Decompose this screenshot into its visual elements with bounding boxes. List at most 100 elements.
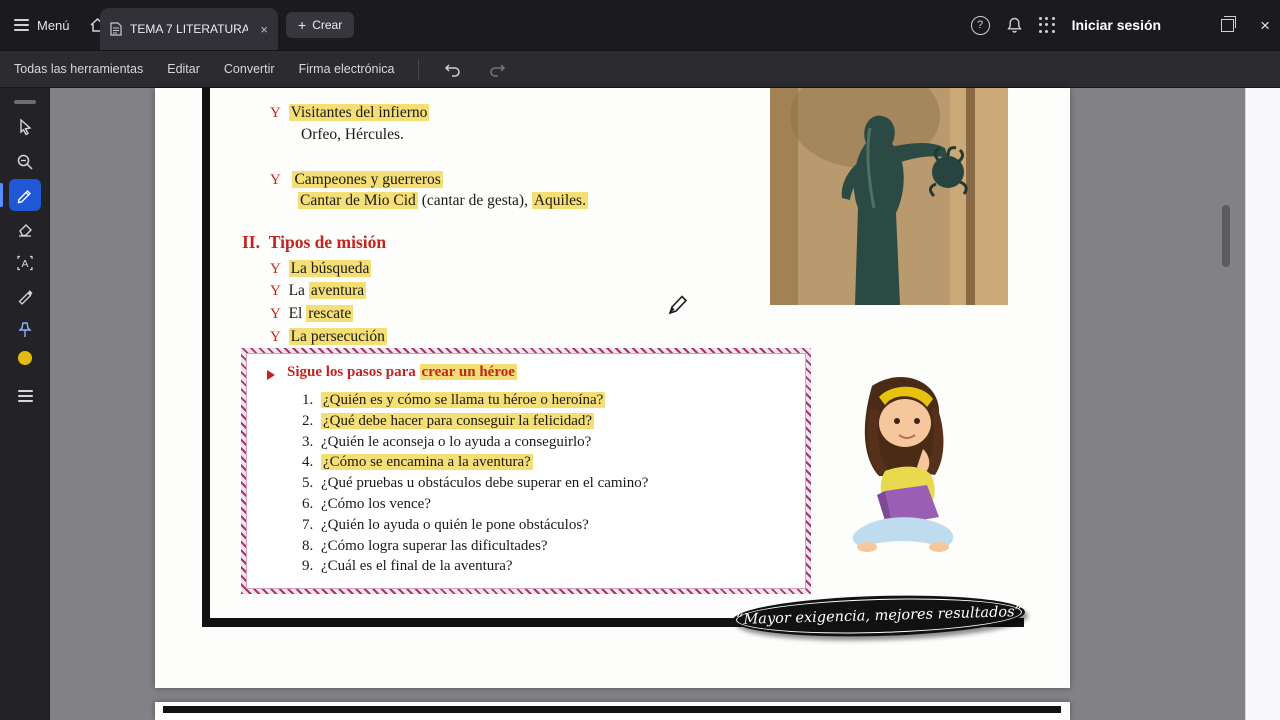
create-label: Crear <box>312 18 343 32</box>
step-item: 2. ¿Qué debe hacer para conseguir la feli… <box>302 412 595 429</box>
notifications-bell-icon[interactable] <box>1006 16 1023 34</box>
section-heading: II. Tipos de misión <box>242 232 386 253</box>
edit-menu[interactable]: Editar <box>167 62 200 76</box>
pencil-icon <box>17 190 31 204</box>
steps-title-pre: Sigue los pasos para <box>287 364 420 380</box>
menu-button[interactable]: Menú <box>14 16 70 34</box>
sign-pen-icon <box>18 290 33 305</box>
step-item: 8. ¿Cómo logra superar las dificultades? <box>302 537 548 554</box>
zoom-tool-button[interactable] <box>9 146 41 178</box>
step-item: 4. ¿Cómo se encamina a la aventura? <box>302 454 533 471</box>
color-swatch-button[interactable] <box>9 342 41 374</box>
step-item: 9. ¿Cuál es el final de la aventura? <box>302 558 513 575</box>
toolbar-divider <box>418 59 420 79</box>
help-icon[interactable]: ? <box>970 15 990 35</box>
yellow-color-icon <box>18 351 32 365</box>
step-text: ¿Quién le aconseja o lo ayuda a consegui… <box>321 433 592 450</box>
pin-icon <box>18 322 32 337</box>
bullet-symbol: Y <box>270 329 281 345</box>
zoom-magnifier-icon <box>17 154 33 170</box>
document-icon <box>110 22 122 36</box>
window-restore-button[interactable] <box>1221 15 1237 32</box>
steps-title: Sigue los pasos para crear un héroe <box>287 364 517 381</box>
heading-number: II. <box>242 232 260 252</box>
undo-icon[interactable] <box>443 61 463 77</box>
campeones-sub-plain: (cantar de gesta), <box>417 192 532 209</box>
mision-hl: La persecución <box>288 328 387 345</box>
bullet-visitantes: Y Visitantes del infierno <box>270 102 430 124</box>
convert-menu[interactable]: Convertir <box>224 62 275 76</box>
title-bar: Menú TEMA 7 LITERATURA... × + Crear ? In… <box>0 0 1280 50</box>
pdf-page[interactable]: Y Visitantes del infierno Orfeo, Hércule… <box>155 88 1070 688</box>
step-text: ¿Quién es y cómo se llama tu héroe o her… <box>321 392 606 408</box>
mision-item: Y La búsqueda <box>270 258 372 280</box>
redo-icon[interactable] <box>487 61 507 77</box>
mision-hl: aventura <box>308 282 367 299</box>
step-item: 6. ¿Cómo los vence? <box>302 495 431 512</box>
select-tool-button[interactable] <box>9 111 41 143</box>
campeones-sub-hl1: Cantar de Mio Cid <box>298 192 418 209</box>
step-text: ¿Quién lo ayuda o quién le pone obstácul… <box>321 516 589 533</box>
girl-illustration <box>827 371 977 561</box>
pencil-cursor-icon <box>666 292 690 316</box>
more-tools-button[interactable] <box>9 380 41 412</box>
tab-close-icon[interactable]: × <box>260 22 268 37</box>
campeones-title: Campeones y guerreros <box>292 171 443 188</box>
mision-item: Y La aventura <box>270 280 367 302</box>
sign-in-button[interactable]: Iniciar sesión <box>1072 17 1161 33</box>
next-page-frame-top <box>163 706 1061 713</box>
step-text: ¿Cómo se encamina a la aventura? <box>321 454 533 471</box>
esign-menu[interactable]: Firma electrónica <box>299 62 395 76</box>
menu-label: Menú <box>37 17 70 33</box>
more-lines-icon <box>17 387 33 404</box>
bullet-symbol: Y <box>270 261 281 277</box>
document-tab[interactable]: TEMA 7 LITERATURA... × <box>100 8 278 50</box>
draw-tool-button[interactable] <box>9 179 41 211</box>
tab-title: TEMA 7 LITERATURA... <box>130 22 248 36</box>
motto-banner: “Mayor exigencia, mejores resultados” <box>732 591 1026 641</box>
bullet-symbol: Y <box>270 283 281 299</box>
step-item: 5. ¿Qué pruebas u obstáculos debe superar… <box>302 475 649 492</box>
tools-toolbar: Todas las herramientas Editar Convertir … <box>0 50 1280 134</box>
svg-text:A: A <box>21 258 28 270</box>
eraser-tool-button[interactable] <box>9 213 41 245</box>
window-close-button[interactable]: × <box>1260 17 1270 34</box>
steps-title-hl: crear un héroe <box>419 364 517 380</box>
steps-list: 1. ¿Quién es y cómo se llama tu héroe o h… <box>302 390 648 577</box>
heading-text: Tipos de misión <box>268 232 387 252</box>
eraser-icon <box>19 224 32 237</box>
pdf-next-page[interactable] <box>155 702 1070 720</box>
visitantes-sub: Orfeo, Hércules. <box>301 126 404 143</box>
mision-pre: El <box>288 305 307 322</box>
add-text-tool-button[interactable]: A <box>9 247 41 279</box>
worksheet-frame-left <box>202 88 210 626</box>
visitantes-title: Visitantes del infierno <box>288 104 430 121</box>
steps-box: Sigue los pasos para crear un héroe 1. ¿Q… <box>241 348 811 594</box>
all-tools-menu[interactable]: Todas las herramientas <box>14 62 143 76</box>
bullet-symbol: Y <box>270 105 281 121</box>
plus-icon: + <box>298 17 307 33</box>
sidebar-drag-handle[interactable] <box>14 100 36 104</box>
mision-hl: La búsqueda <box>288 260 372 277</box>
step-text: ¿Cómo logra superar las dificultades? <box>321 537 548 554</box>
step-item: 3. ¿Quién le aconseja o lo ayuda a conseg… <box>302 433 592 450</box>
statue-image <box>770 88 1008 305</box>
mision-item: Y La persecución <box>270 326 387 348</box>
campeones-sub: Cantar de Mio Cid (cantar de gesta), Aqu… <box>298 190 588 211</box>
sign-tool-button[interactable] <box>9 280 41 312</box>
vertical-scrollbar-thumb[interactable] <box>1222 205 1230 267</box>
bullet-symbol: Y <box>270 306 281 322</box>
right-panel: 1 3 <box>1245 88 1280 720</box>
bullet-symbol: Y <box>270 172 281 188</box>
step-item: 1. ¿Quién es y cómo se llama tu héroe o h… <box>302 392 606 408</box>
selected-tool-indicator <box>0 183 3 207</box>
create-button[interactable]: + Crear <box>286 12 355 38</box>
app-grid-icon[interactable] <box>1038 16 1056 34</box>
mision-pre: La <box>288 282 309 299</box>
mision-hl: rescate <box>306 305 354 322</box>
step-item: 7. ¿Quién lo ayuda o quién le pone obstác… <box>302 516 589 533</box>
add-text-icon: A <box>17 255 33 271</box>
step-text: ¿Qué debe hacer para conseguir la felici… <box>321 412 595 429</box>
select-arrow-icon <box>20 118 32 136</box>
bullet-campeones: Y Campeones y guerreros <box>270 169 443 191</box>
